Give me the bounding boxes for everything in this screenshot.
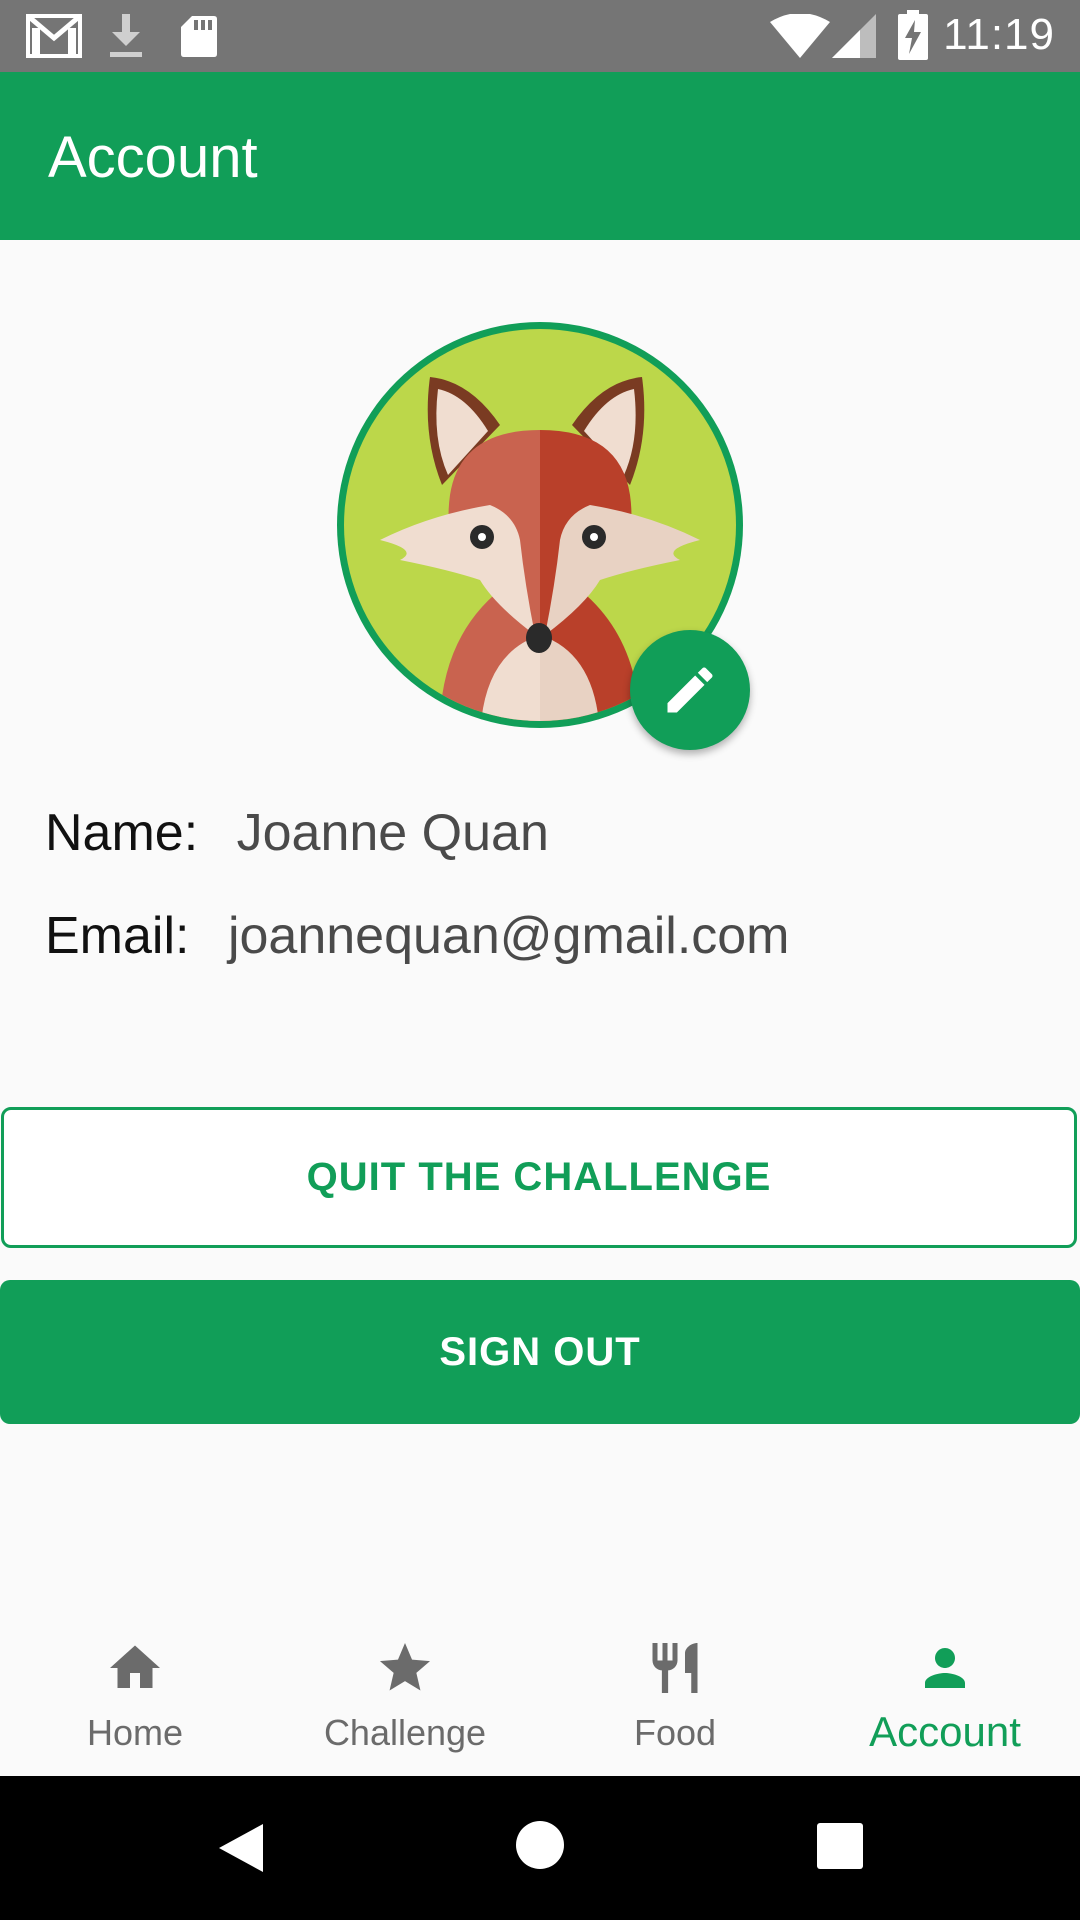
page-title: Account [48,125,258,190]
nav-item-account[interactable]: Account [810,1608,1080,1776]
name-row: Name: Joanne Quan [45,803,549,863]
edit-avatar-button[interactable] [630,630,750,750]
back-icon[interactable] [213,1820,269,1876]
email-label: Email: [45,907,190,965]
quit-challenge-button[interactable]: QUIT THE CHALLENGE [1,1107,1077,1248]
nav-item-challenge[interactable]: Challenge [270,1608,540,1776]
wifi-icon [770,14,830,58]
bottom-navigation: Home Challenge Food Account [0,1608,1080,1776]
pencil-icon [667,667,713,713]
nav-label-food: Food [633,1712,717,1753]
app-bar: Account [0,72,1080,240]
sd-card-icon [181,16,217,57]
home-icon [110,1645,160,1688]
status-time: 11:19 [943,10,1055,59]
nav-item-food[interactable]: Food [540,1608,810,1776]
download-icon [110,14,142,57]
email-row: Email: joannequan@gmail.com [45,906,790,966]
system-navigation-bar [0,1776,1080,1920]
star-icon [380,1643,430,1691]
person-icon [925,1648,965,1688]
recents-icon[interactable] [817,1823,863,1869]
signal-icon [832,14,876,58]
nav-label-home: Home [86,1712,184,1753]
battery-charging-icon [898,10,928,60]
nav-label-challenge: Challenge [323,1712,487,1753]
email-value: joannequan@gmail.com [227,907,790,965]
nav-label-account: Account [869,1708,1021,1755]
sign-out-button[interactable]: SIGN OUT [0,1280,1080,1424]
fork-knife-icon [652,1643,698,1693]
status-bar: 11:19 [0,0,1080,72]
nav-item-home[interactable]: Home [0,1608,270,1776]
home-circle-icon[interactable] [515,1820,565,1870]
name-label: Name: [45,804,199,862]
gmail-icon [26,14,82,58]
name-value: Joanne Quan [236,804,549,862]
